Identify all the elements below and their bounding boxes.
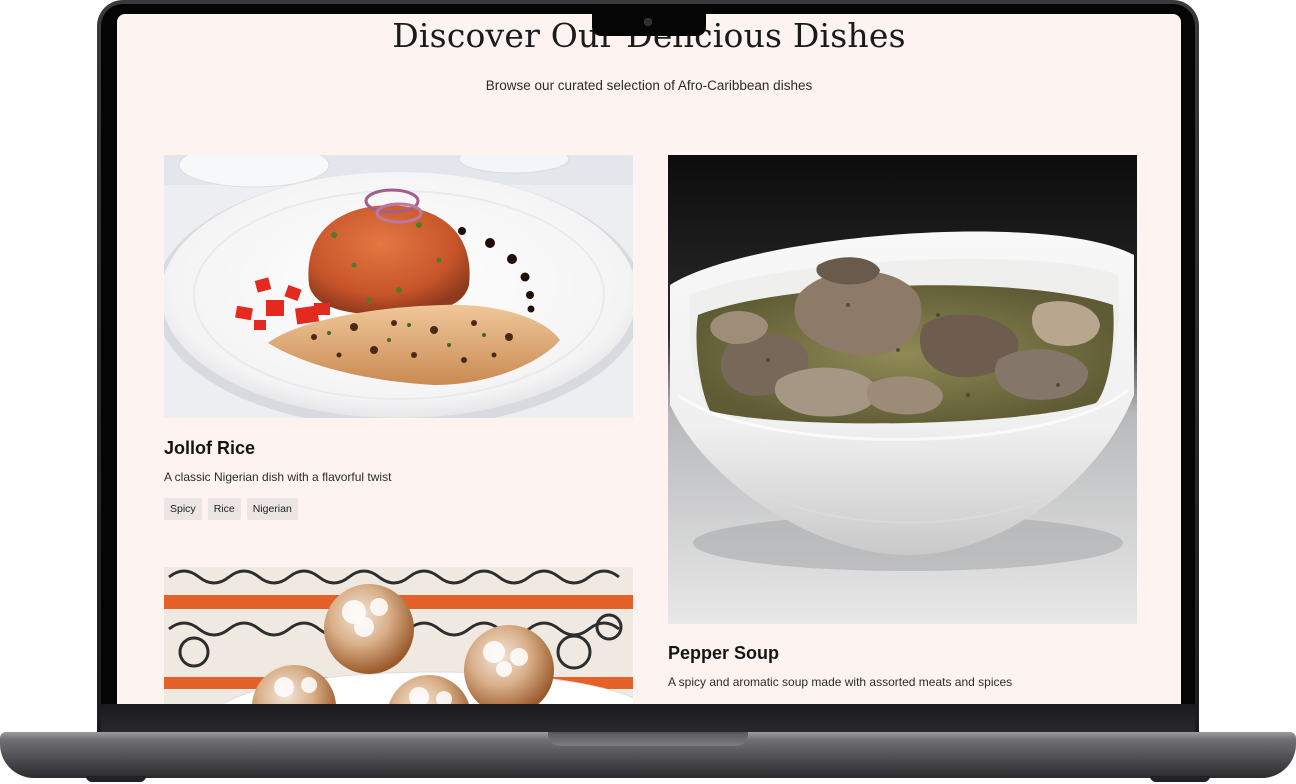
page-subtitle: Browse our curated selection of Afro-Car… <box>485 78 813 93</box>
dish-image-pepper-soup[interactable] <box>668 155 1137 624</box>
dish-name[interactable]: Jollof Rice <box>164 438 255 459</box>
laptop-foot-left <box>86 776 146 782</box>
dish-card-3[interactable] <box>164 567 633 704</box>
puff-puff-photo <box>164 567 633 704</box>
tag-spicy[interactable]: Spicy <box>164 498 202 520</box>
screen-chin <box>101 704 1195 734</box>
dish-tags: Spicy Rice Nigerian <box>164 498 298 520</box>
tag-rice[interactable]: Rice <box>207 498 241 520</box>
laptop-opening-notch <box>548 732 748 746</box>
pepper-soup-photo <box>668 155 1137 624</box>
dish-image-3[interactable] <box>164 567 633 704</box>
dish-image-jollof-rice[interactable] <box>164 155 633 418</box>
dish-name[interactable]: Pepper Soup <box>668 643 779 664</box>
laptop-foot-right <box>1150 776 1210 782</box>
dish-description: A spicy and aromatic soup made with asso… <box>668 675 1013 689</box>
tag-nigerian[interactable]: Nigerian <box>246 498 298 520</box>
jollof-rice-photo <box>164 155 633 418</box>
camera-notch <box>592 14 706 36</box>
camera-icon <box>644 18 652 26</box>
dish-card-jollof-rice[interactable]: Jollof Rice A classic Nigerian dish with… <box>164 155 633 535</box>
dish-description: A classic Nigerian dish with a flavorful… <box>164 470 392 484</box>
dish-card-pepper-soup[interactable]: Pepper Soup A spicy and aromatic soup ma… <box>668 155 1137 695</box>
browser-viewport: Discover Our Delicious Dishes Browse our… <box>117 14 1181 704</box>
